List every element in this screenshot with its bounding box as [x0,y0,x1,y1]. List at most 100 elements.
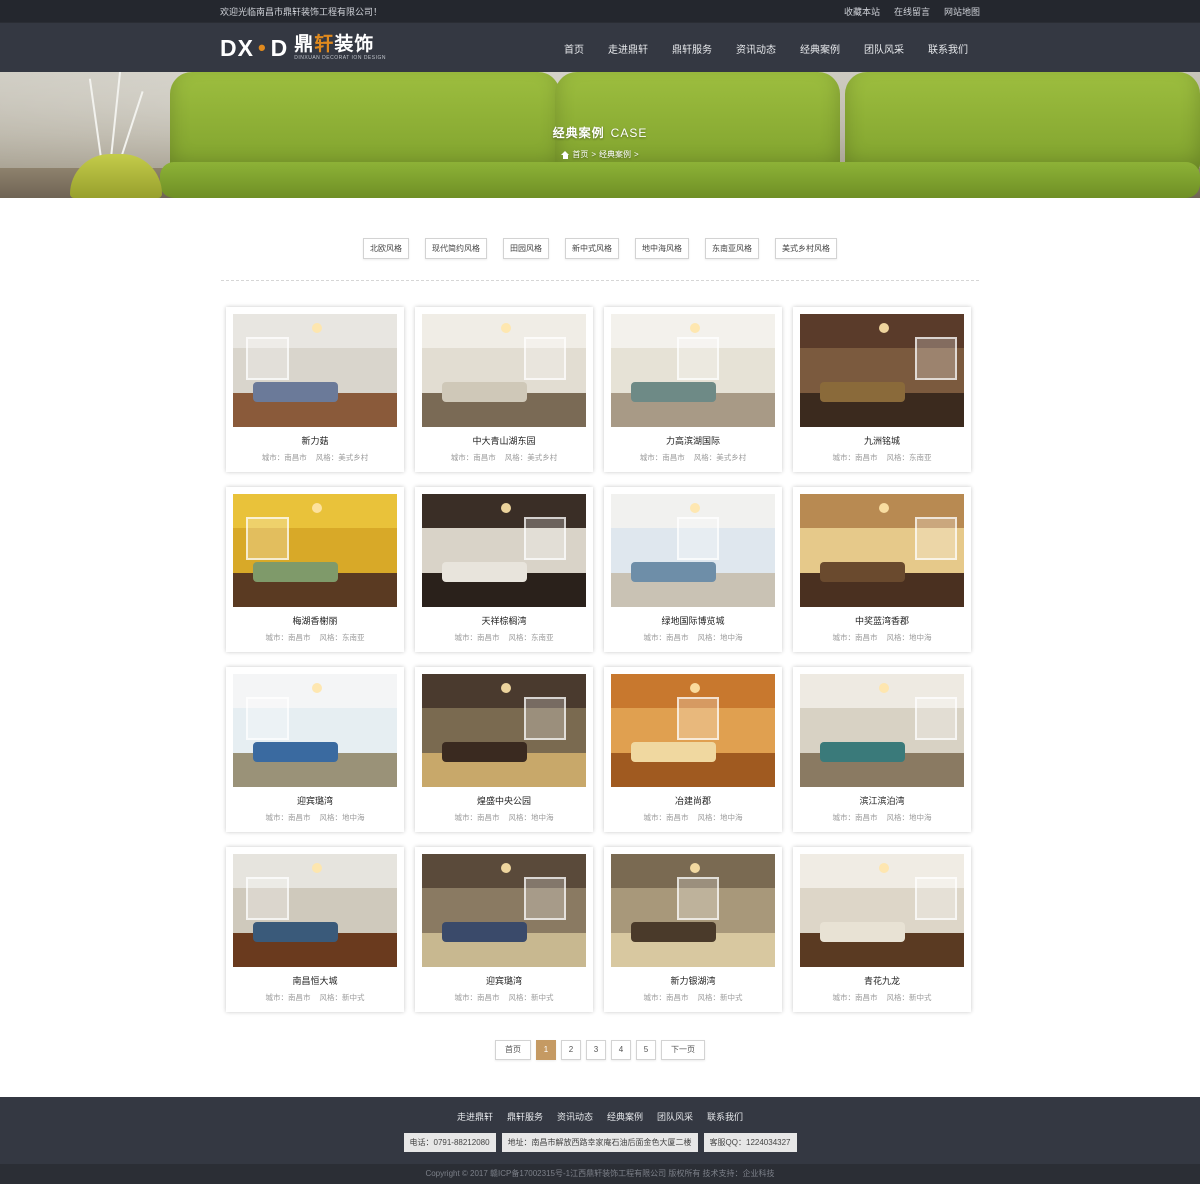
case-photo[interactable] [611,854,775,967]
filter-new-chinese[interactable]: 新中式风格 [565,238,619,259]
page-number[interactable]: 4 [611,1040,631,1060]
breadcrumb-current[interactable]: 经典案例 [599,149,631,160]
site-logo[interactable]: DX • D 鼎轩装饰 DINXUAN DECORAT ION DESIGN [220,35,386,62]
page-number[interactable]: 5 [636,1040,656,1060]
page-number[interactable]: 2 [561,1040,581,1060]
nav-team[interactable]: 团队风采 [852,41,916,56]
footer-nav-team[interactable]: 团队风采 [657,1110,693,1123]
footer-nav-contact[interactable]: 联系我们 [707,1110,743,1123]
case-photo[interactable] [611,314,775,427]
photo-sofa [252,561,338,583]
footer-nav-services[interactable]: 鼎轩服务 [507,1110,543,1123]
case-card[interactable]: 九洲铭城 城市：南昌市 风格：东南亚 [793,307,971,472]
photo-sofa [441,381,527,403]
case-name[interactable]: 中奖蓝湾香郡 [800,614,964,627]
nav-home[interactable]: 首页 [552,41,596,56]
case-name[interactable]: 冶建尚郡 [611,794,775,807]
case-name[interactable]: 滨江滨泊湾 [800,794,964,807]
case-name[interactable]: 力高滨湖国际 [611,434,775,447]
footer-nav-news[interactable]: 资讯动态 [557,1110,593,1123]
case-photo[interactable] [422,494,586,607]
sitemap-link[interactable]: 网站地图 [944,5,980,18]
case-name[interactable]: 新力银湖湾 [611,974,775,987]
nav-contact[interactable]: 联系我们 [916,41,980,56]
message-link[interactable]: 在线留言 [894,5,930,18]
case-name[interactable]: 天祥棕榈湾 [422,614,586,627]
case-photo[interactable] [611,674,775,787]
breadcrumb-home[interactable]: 首页 [572,149,588,160]
filter-mediterranean[interactable]: 地中海风格 [635,238,689,259]
case-card[interactable]: 力高滨湖国际 城市：南昌市 风格：美式乡村 [604,307,782,472]
case-card[interactable]: 中大青山湖东园 城市：南昌市 风格：美式乡村 [415,307,593,472]
case-photo[interactable] [422,854,586,967]
case-card[interactable]: 绿地国际博览城 城市：南昌市 风格：地中海 [604,487,782,652]
filter-pastoral[interactable]: 田园风格 [503,238,549,259]
logo-name-c: 装饰 [334,34,375,55]
case-photo[interactable] [422,314,586,427]
case-photo[interactable] [233,314,397,427]
case-style: 风格：地中海 [697,813,743,822]
nav-cases[interactable]: 经典案例 [788,41,852,56]
case-card[interactable]: 青花九龙 城市：南昌市 风格：新中式 [793,847,971,1012]
case-name[interactable]: 青花九龙 [800,974,964,987]
case-name[interactable]: 迎宾璐湾 [422,974,586,987]
page-number[interactable]: 1 [536,1040,556,1060]
footer-nav-about[interactable]: 走进鼎轩 [457,1110,493,1123]
case-photo[interactable] [800,494,964,607]
case-meta: 城市：南昌市 风格：新中式 [611,992,775,1003]
page-next[interactable]: 下一页 [661,1040,705,1060]
case-card[interactable]: 滨江滨泊湾 城市：南昌市 风格：地中海 [793,667,971,832]
filter-modern[interactable]: 现代简约风格 [425,238,487,259]
nav-news[interactable]: 资讯动态 [724,41,788,56]
case-card[interactable]: 新力菇 城市：南昌市 风格：美式乡村 [226,307,404,472]
photo-lamp [878,683,889,694]
case-name[interactable]: 迎宾璐湾 [233,794,397,807]
case-photo[interactable] [800,674,964,787]
case-card[interactable]: 迎宾璐湾 城市：南昌市 风格：新中式 [415,847,593,1012]
photo-sofa [819,561,905,583]
case-photo[interactable] [800,314,964,427]
nav-about[interactable]: 走进鼎轩 [596,41,660,56]
case-photo[interactable] [422,674,586,787]
case-card[interactable]: 煌盛中央公园 城市：南昌市 风格：地中海 [415,667,593,832]
logo-name: 鼎轩装饰 [294,35,386,55]
case-name[interactable]: 新力菇 [233,434,397,447]
case-city: 城市：南昌市 [832,633,878,642]
page-title: 经典案例 CASE [0,124,1200,141]
photo-sofa [819,381,905,403]
case-card[interactable]: 迎宾璐湾 城市：南昌市 风格：地中海 [226,667,404,832]
footer-qq[interactable]: 客服QQ：1224034327 [703,1133,797,1152]
filter-american-country[interactable]: 美式乡村风格 [775,238,837,259]
photo-sofa [630,921,716,943]
case-name[interactable]: 梅湖香榭丽 [233,614,397,627]
page-number[interactable]: 3 [586,1040,606,1060]
nav-services[interactable]: 鼎轩服务 [660,41,724,56]
filter-nordic[interactable]: 北欧风格 [363,238,409,259]
case-photo[interactable] [611,494,775,607]
case-card[interactable]: 南昌恒大城 城市：南昌市 风格：新中式 [226,847,404,1012]
case-name[interactable]: 中大青山湖东园 [422,434,586,447]
bookmark-link[interactable]: 收藏本站 [844,5,880,18]
case-photo[interactable] [233,494,397,607]
case-card[interactable]: 天祥棕榈湾 城市：南昌市 风格：东南亚 [415,487,593,652]
case-photo[interactable] [233,854,397,967]
filter-southeast-asian[interactable]: 东南亚风格 [705,238,759,259]
photo-window [676,336,720,380]
case-name[interactable]: 南昌恒大城 [233,974,397,987]
case-style: 风格：美式乡村 [504,453,558,462]
case-name[interactable]: 绿地国际博览城 [611,614,775,627]
photo-window [246,696,289,740]
footer-contact-info: 电话：0791-88212080 地址：南昌市解放西路幸家庵石油后面金色大厦二楼… [0,1133,1200,1152]
case-name[interactable]: 九洲铭城 [800,434,964,447]
footer-nav-cases[interactable]: 经典案例 [607,1110,643,1123]
page-first[interactable]: 首页 [495,1040,531,1060]
case-card[interactable]: 梅湖香榭丽 城市：南昌市 风格：东南亚 [226,487,404,652]
site-header: DX • D 鼎轩装饰 DINXUAN DECORAT ION DESIGN 首… [0,22,1200,72]
case-card[interactable]: 冶建尚郡 城市：南昌市 风格：地中海 [604,667,782,832]
breadcrumb-separator: > [591,150,596,159]
case-photo[interactable] [233,674,397,787]
case-card[interactable]: 中奖蓝湾香郡 城市：南昌市 风格：地中海 [793,487,971,652]
case-name[interactable]: 煌盛中央公园 [422,794,586,807]
case-card[interactable]: 新力银湖湾城市：南昌市 风格：新中式 [604,847,782,1012]
case-photo[interactable] [800,854,964,967]
